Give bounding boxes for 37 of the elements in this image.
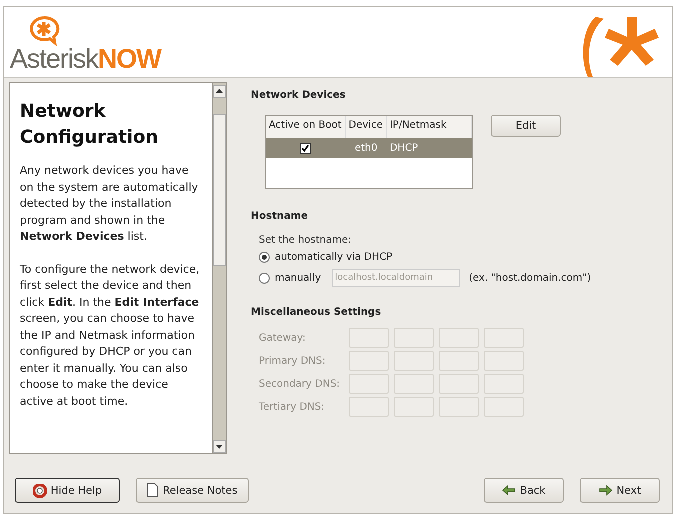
column-header[interactable]: IP/Netmask: [386, 116, 472, 138]
wizard-button[interactable]: Release Notes: [136, 478, 249, 503]
radio-label[interactable]: manually: [275, 272, 322, 284]
wizard-button[interactable]: Next: [580, 478, 660, 503]
speech-bubble-asterisk-icon: [28, 16, 60, 46]
field-label: Gateway:: [259, 332, 307, 344]
column-header[interactable]: Device: [346, 116, 387, 138]
section-heading: Hostname: [251, 211, 310, 222]
help-paragraph: To configure the network device, first select the device and then click Edit. In the Edit Interface screen, you can choose to have the IP and Netmask information configured by DHCP or you can enter it manually. You can also choose to make the device active at boot time.: [20, 262, 201, 410]
document-icon: [147, 483, 159, 498]
logo-text: AsteriskNOW: [10, 46, 162, 73]
help-paragraph: Any network devices you have on the system are automatically detected by the installation program and shown in the Network Devices list.: [20, 163, 200, 245]
hostname-hint: (ex. "host.domain.com"): [469, 272, 592, 284]
radio-label[interactable]: automatically via DHCP: [275, 252, 393, 263]
lifebuoy-icon: [32, 484, 47, 498]
scroll-down-icon[interactable]: [213, 440, 226, 453]
field-label: Secondary DNS:: [259, 378, 342, 390]
section-heading: Network Devices: [251, 90, 347, 101]
table-cell[interactable]: DHCP: [386, 138, 472, 158]
edit-button[interactable]: Edit: [491, 115, 561, 137]
scrollbar[interactable]: [213, 82, 227, 454]
column-header[interactable]: Active on Boot: [266, 116, 346, 138]
section-heading: Miscellaneous Settings: [251, 307, 382, 318]
hostname-prompt: Set the hostname:: [259, 235, 353, 246]
checkbox[interactable]: [300, 142, 312, 154]
wizard-button[interactable]: Back: [484, 478, 564, 503]
radio-button[interactable]: [259, 252, 270, 263]
right-arrow-icon: [598, 485, 613, 496]
table-cell[interactable]: [266, 138, 346, 158]
table-cell[interactable]: eth0: [346, 138, 387, 158]
wizard-button[interactable]: Hide Help: [15, 478, 120, 503]
scroll-up-icon[interactable]: [213, 85, 226, 98]
left-arrow-icon: [502, 485, 516, 496]
radio-button[interactable]: [259, 272, 270, 284]
help-title: Network Configuration: [20, 100, 160, 150]
field-label: Tertiary DNS:: [259, 402, 326, 412]
field-label: Primary DNS:: [259, 356, 327, 366]
